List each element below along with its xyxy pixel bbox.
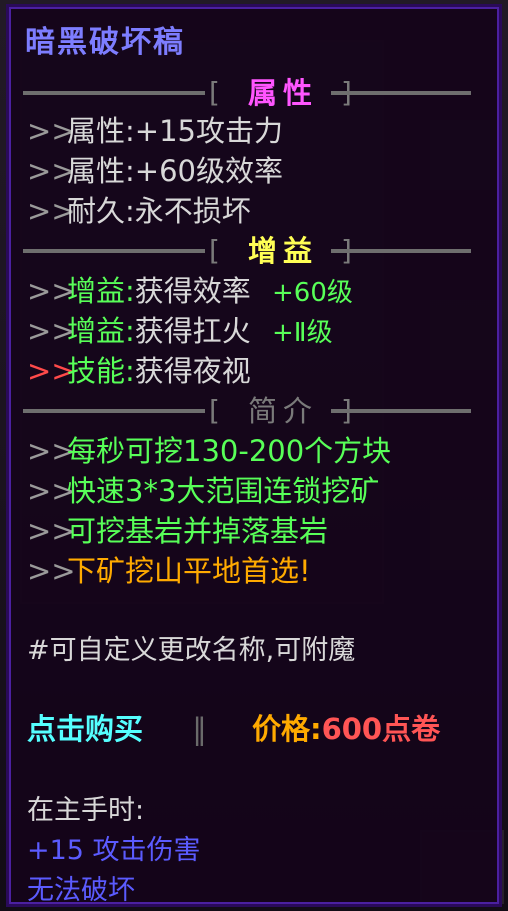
item-name: 暗黑破坏稿 (25, 25, 185, 60)
buff-level: +60级 (272, 278, 353, 308)
skill-value: 获得夜视 (134, 354, 251, 388)
chevron-icon: >> (27, 434, 76, 468)
separator: ‖ (192, 712, 207, 746)
attribute-label: 耐久: (67, 194, 135, 228)
buff-value: 获得扛火 (134, 314, 251, 348)
buffs-header: 增益 (247, 234, 318, 268)
skill-line: >>技能:获得夜视 (27, 353, 251, 389)
chevron-icon: >> (27, 154, 76, 188)
attribute-label: 属性: (67, 154, 135, 188)
intro-header: 简介 (247, 394, 318, 428)
divider-line (331, 249, 471, 253)
attribute-line: >>属性:+60级效率 (27, 153, 283, 189)
attribute-value: +60级效率 (134, 154, 283, 188)
intro-line: >>每秒可挖130-200个方块 (27, 433, 391, 469)
divider-line (331, 409, 471, 413)
buff-label: 增益: (67, 314, 135, 348)
chevron-icon: >> (27, 354, 76, 388)
attribute-value: +15攻击力 (134, 114, 283, 148)
intro-text: 每秒可挖130-200个方块 (67, 434, 392, 468)
mainhand-header: 在主手时: (27, 795, 145, 826)
buff-value: 获得效率 (134, 274, 251, 308)
buff-line: >>增益:获得扛火 +Ⅱ级 (27, 313, 333, 351)
attribute-line: >>耐久:永不损坏 (27, 193, 251, 229)
bracket-left: [ (209, 76, 220, 109)
chevron-icon: >> (27, 274, 76, 308)
attribute-value: 永不损坏 (134, 194, 251, 228)
intro-text: 可挖基岩并掉落基岩 (67, 514, 329, 548)
unbreakable-tag: 无法破坏 (27, 875, 135, 906)
intro-divider: [ 简介 ] (23, 393, 493, 429)
price-value: 600点卷 (321, 712, 441, 746)
intro-line: >>下矿挖山平地首选! (27, 553, 311, 589)
custom-note: #可自定义更改名称,可附魔 (27, 635, 356, 666)
price-label: 价格: (251, 712, 322, 746)
divider-line (331, 91, 471, 95)
buy-button[interactable]: 点击购买 (27, 712, 143, 746)
chevron-icon: >> (27, 194, 76, 228)
buff-label: 增益: (67, 274, 135, 308)
buff-line: >>增益:获得效率 +60级 (27, 273, 353, 311)
item-tooltip: 暗黑破坏稿 [ 属性 ] >>属性:+15攻击力 >>属性:+60级效率 >>耐… (6, 4, 502, 907)
chevron-icon: >> (27, 314, 76, 348)
intro-text: 下矿挖山平地首选! (67, 554, 311, 588)
attribute-line: >>属性:+15攻击力 (27, 113, 283, 149)
chevron-icon: >> (27, 474, 76, 508)
divider-line (23, 91, 205, 95)
skill-label: 技能: (67, 354, 135, 388)
attribute-label: 属性: (67, 114, 135, 148)
attributes-header: 属性 (247, 76, 318, 110)
buffs-divider: [ 增益 ] (23, 233, 493, 269)
bracket-left: [ (209, 394, 220, 427)
chevron-icon: >> (27, 114, 76, 148)
divider-line (23, 409, 205, 413)
intro-line: >>快速3*3大范围连锁挖矿 (27, 473, 379, 509)
chevron-icon: >> (27, 514, 76, 548)
buff-level: +Ⅱ级 (272, 318, 333, 348)
attack-damage: +15 攻击伤害 (27, 835, 201, 866)
attributes-divider: [ 属性 ] (23, 75, 493, 111)
purchase-row: 点击购买 ‖ 价格:600点卷 (27, 711, 440, 747)
intro-line: >>可挖基岩并掉落基岩 (27, 513, 328, 549)
intro-text: 快速3*3大范围连锁挖矿 (67, 474, 380, 508)
divider-line (23, 249, 205, 253)
chevron-icon: >> (27, 554, 76, 588)
bracket-left: [ (209, 234, 220, 267)
